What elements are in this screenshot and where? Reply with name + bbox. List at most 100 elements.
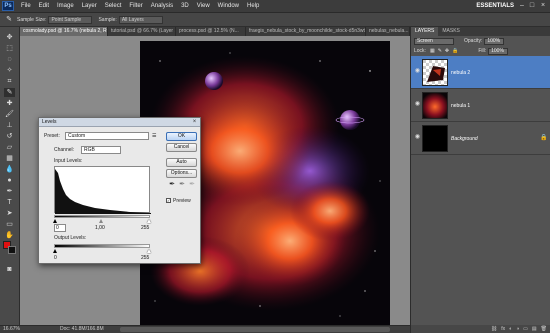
fill-input[interactable]: 100% (488, 47, 509, 55)
sample-size-select[interactable]: Point Sample (48, 15, 93, 24)
eye-icon[interactable]: ◉ (414, 68, 421, 75)
cancel-button[interactable]: Cancel (166, 143, 197, 152)
input-white-slider[interactable] (147, 219, 151, 223)
input-black-slider[interactable] (53, 219, 57, 223)
type-tool-icon[interactable]: T (4, 198, 15, 207)
quick-select-tool-icon[interactable]: ✧ (4, 66, 15, 75)
lock-position-icon[interactable]: ✥ (445, 48, 449, 54)
layer-lock-row: Lock: ▦ ✎ ✥ 🔒 Fill: 100% (411, 46, 550, 56)
tab-cosmolady[interactable]: cosmolady.psd @ 16.7% (nebula 2, RGB/8) … (20, 27, 108, 36)
crop-tool-icon[interactable]: ⌗ (4, 77, 15, 86)
opacity-label: Opacity: (464, 38, 483, 44)
input-gamma-slider[interactable] (99, 219, 103, 223)
sample-select[interactable]: All Layers (118, 15, 163, 24)
channel-select[interactable]: RGB (81, 146, 121, 154)
healing-brush-icon[interactable]: ✚ (4, 99, 15, 108)
tab-process[interactable]: process.psd @ 12.5% (N... (176, 27, 246, 36)
ok-button[interactable]: OK (166, 132, 197, 141)
menu-edit[interactable]: Edit (35, 3, 53, 9)
close-icon[interactable]: × (191, 119, 198, 126)
opacity-input[interactable]: 100% (484, 37, 505, 45)
lock-paint-icon[interactable]: ✎ (438, 48, 442, 54)
workspace-switcher[interactable]: ESSENTIALS (476, 3, 514, 9)
menu-analysis[interactable]: Analysis (147, 3, 177, 9)
gray-eyedropper-icon[interactable]: ✒ (178, 181, 186, 189)
white-eyedropper-icon[interactable]: ✒ (188, 181, 196, 189)
lock-icon: 🔒 (540, 135, 548, 141)
lasso-tool-icon[interactable]: ◌ (4, 55, 15, 64)
menu-filter[interactable]: Filter (125, 3, 146, 9)
preset-select[interactable]: Custom (65, 132, 149, 140)
preset-options-icon[interactable]: ☰ (152, 133, 156, 139)
background-color-swatch[interactable] (8, 246, 16, 254)
tab-tutorial[interactable]: tutorial.psd @ 66.7% (Layer ... (108, 27, 176, 36)
layers-panel-footer: ⛓ fx ◐ ◑ ▭ ▤ 🗑 (411, 325, 550, 333)
hand-tool-icon[interactable]: ✋ (4, 231, 15, 240)
menu-3d[interactable]: 3D (177, 3, 193, 9)
clone-stamp-icon[interactable]: ⊥ (4, 121, 15, 130)
new-layer-icon[interactable]: ▤ (532, 326, 537, 332)
output-black-slider[interactable] (53, 249, 57, 253)
menu-file[interactable]: File (17, 3, 35, 9)
blur-tool-icon[interactable]: 💧 (4, 165, 15, 174)
layer-row-nebula-1[interactable]: ◉ nebula 1 (411, 89, 550, 122)
preview-checkbox[interactable]: ✓ (166, 198, 171, 203)
levels-dialog: Levels × Preset: Custom ☰ Channel: RGB I… (38, 117, 201, 264)
lock-all-icon[interactable]: 🔒 (452, 48, 458, 54)
path-select-icon[interactable]: ➤ (4, 209, 15, 218)
lock-transparency-icon[interactable]: ▦ (430, 48, 435, 54)
levels-title[interactable]: Levels (39, 118, 200, 127)
output-white-field[interactable]: 255 (141, 255, 149, 261)
close-icon[interactable]: × (539, 2, 547, 10)
tab-layers[interactable]: LAYERS (411, 27, 439, 36)
layer-row-background[interactable]: ◉ Background 🔒 (411, 122, 550, 155)
menu-bar: Ps File Edit Image Layer Select Filter A… (0, 0, 550, 13)
eye-icon[interactable]: ◉ (414, 101, 421, 108)
zoom-level[interactable]: 16.67% (3, 326, 20, 333)
menu-view[interactable]: View (193, 3, 214, 9)
eraser-tool-icon[interactable]: ▱ (4, 143, 15, 152)
new-group-icon[interactable]: ▭ (523, 326, 528, 332)
quick-mask-icon[interactable]: ◙ (4, 265, 15, 274)
menu-image[interactable]: Image (53, 3, 78, 9)
marquee-tool-icon[interactable]: ⬚ (4, 44, 15, 53)
dodge-tool-icon[interactable]: ● (4, 176, 15, 185)
layer-row-nebula-2[interactable]: ◉ nebula 2 (411, 56, 550, 89)
delete-layer-icon[interactable]: 🗑 (541, 326, 547, 332)
input-white-field[interactable]: 255 (141, 225, 149, 231)
tab-nebula-stock[interactable]: fraegis_nebula_stock_by_moonchilde_stock… (246, 27, 366, 36)
link-layers-icon[interactable]: ⛓ (491, 326, 497, 332)
adjustment-layer-icon[interactable]: ◑ (516, 326, 519, 332)
input-levels-label: Input Levels: (54, 158, 83, 164)
input-black-field[interactable]: 0 (54, 224, 66, 232)
gradient-tool-icon[interactable]: ▦ (4, 154, 15, 163)
menu-help[interactable]: Help (243, 3, 263, 9)
tab-nebulas[interactable]: nebulas_nebula... (366, 27, 410, 36)
menu-window[interactable]: Window (214, 3, 243, 9)
horizontal-scrollbar[interactable] (120, 327, 390, 332)
layer-style-icon[interactable]: fx (501, 326, 505, 332)
blend-mode-select[interactable]: Screen (414, 37, 454, 45)
maximize-icon[interactable]: □ (528, 2, 536, 10)
tab-masks[interactable]: MASKS (438, 27, 464, 36)
pen-tool-icon[interactable]: ✒ (4, 187, 15, 196)
eyedropper-tool-icon[interactable]: ✎ (4, 15, 14, 25)
menu-select[interactable]: Select (101, 3, 126, 9)
eye-icon[interactable]: ◉ (414, 134, 421, 141)
auto-button[interactable]: Auto (166, 158, 197, 167)
menu-layer[interactable]: Layer (78, 3, 101, 9)
input-gamma-field[interactable]: 1,00 (95, 225, 105, 231)
shape-tool-icon[interactable]: ▭ (4, 220, 15, 229)
output-black-field[interactable]: 0 (54, 255, 57, 261)
options-button[interactable]: Options... (166, 169, 197, 178)
layer-blend-row: Screen Opacity: 100% (411, 36, 550, 46)
move-tool-icon[interactable]: ✥ (4, 33, 15, 42)
add-mask-icon[interactable]: ◐ (509, 326, 512, 332)
history-brush-icon[interactable]: ↺ (4, 132, 15, 141)
layer-name: Background (451, 136, 478, 142)
minimize-icon[interactable]: – (518, 2, 526, 10)
black-eyedropper-icon[interactable]: ✒ (168, 181, 176, 189)
output-white-slider[interactable] (147, 249, 151, 253)
eyedropper-tool-icon-active[interactable]: ✎ (4, 88, 15, 97)
brush-tool-icon[interactable]: 🖌 (4, 110, 15, 119)
